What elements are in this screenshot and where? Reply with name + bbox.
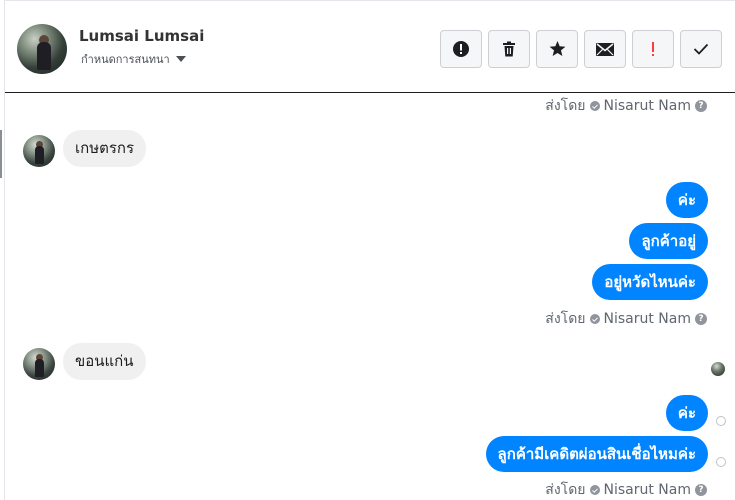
- flag-important-button[interactable]: [632, 30, 674, 68]
- conversation-header: Lumsai Lumsai กำหนดการสนทนา: [5, 0, 735, 93]
- seen-by-avatar: [711, 362, 725, 376]
- outgoing-message[interactable]: ค่ะ: [665, 395, 708, 431]
- envelope-icon: [596, 42, 614, 56]
- incoming-message[interactable]: ขอนแก่น: [63, 343, 146, 380]
- star-icon: [549, 41, 565, 57]
- contact-avatar-small[interactable]: [23, 135, 55, 167]
- delivered-check-icon: [716, 416, 726, 426]
- incoming-message[interactable]: เกษตรกร: [63, 130, 147, 167]
- exclamation-circle-icon: [453, 41, 469, 57]
- action-toolbar: [440, 30, 722, 68]
- checkmark-icon: [693, 43, 709, 55]
- sent-check-icon: [589, 101, 600, 111]
- delivered-check-icon: [716, 457, 726, 467]
- outgoing-message[interactable]: ลูกค้ามีเคดิตผ่อนสินเชื่อไหมค่ะ: [485, 436, 708, 472]
- conversation-settings-dropdown[interactable]: กำหนดการสนทนา: [81, 50, 186, 68]
- sent-by-note: ส่งโดย Nisarut Nam ?: [545, 479, 707, 500]
- sent-check-icon: [589, 314, 600, 324]
- contact-avatar-small[interactable]: [23, 348, 55, 380]
- outgoing-message[interactable]: ค่ะ: [665, 182, 708, 218]
- outgoing-message[interactable]: อยู่หวัดไหนค่ะ: [592, 264, 708, 300]
- scroll-indicator[interactable]: [0, 130, 2, 178]
- delete-button[interactable]: [488, 30, 530, 68]
- star-button[interactable]: [536, 30, 578, 68]
- sender-name[interactable]: Nisarut Nam: [604, 311, 692, 327]
- contact-avatar[interactable]: [17, 24, 67, 74]
- outgoing-message[interactable]: ลูกค้าอยู่: [629, 223, 708, 259]
- sent-check-icon: [589, 485, 600, 495]
- red-exclamation-icon: [652, 42, 654, 56]
- message-thread: ส่งโดย Nisarut Nam ? เกษตรกร ค่ะ ลูกค้าอ…: [5, 94, 735, 500]
- caret-down-icon: [175, 56, 186, 62]
- sent-by-label: ส่งโดย: [545, 311, 586, 327]
- conversation-settings-label: กำหนดการสนทนา: [81, 53, 170, 66]
- mark-done-button[interactable]: [680, 30, 722, 68]
- sent-by-label: ส่งโดย: [545, 98, 586, 114]
- sender-name[interactable]: Nisarut Nam: [604, 98, 692, 114]
- trash-icon: [503, 41, 515, 57]
- contact-name[interactable]: Lumsai Lumsai: [79, 27, 204, 45]
- sent-by-label: ส่งโดย: [545, 482, 586, 498]
- help-icon[interactable]: ?: [695, 484, 707, 496]
- sent-by-note: ส่งโดย Nisarut Nam ?: [545, 95, 707, 117]
- sender-name[interactable]: Nisarut Nam: [604, 482, 692, 498]
- mark-spam-button[interactable]: [440, 30, 482, 68]
- sent-by-note: ส่งโดย Nisarut Nam ?: [545, 308, 707, 330]
- help-icon[interactable]: ?: [695, 313, 707, 325]
- help-icon[interactable]: ?: [695, 100, 707, 112]
- mark-unread-button[interactable]: [584, 30, 626, 68]
